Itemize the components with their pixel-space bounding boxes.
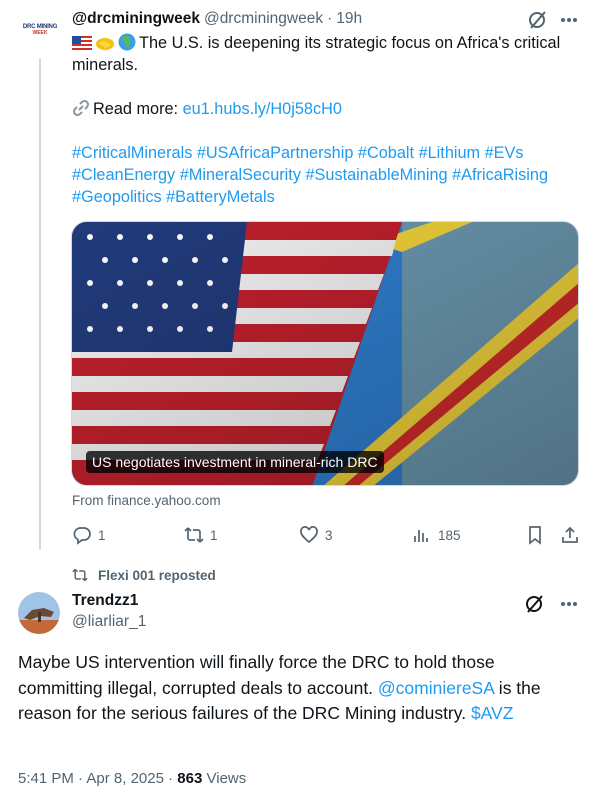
thread-line (39, 58, 41, 550)
tweet-text: Maybe US intervention will finally force… (18, 650, 583, 727)
tweet-header: @drcminingweek @drcminingweek · 19h (72, 8, 362, 30)
views-count: 863 (177, 770, 203, 787)
hashtags[interactable]: #CriticalMinerals #USAfricaPartnership #… (72, 142, 572, 208)
analytics-icon (414, 530, 428, 542)
heart-icon (300, 526, 318, 544)
us-flag-emoji (72, 36, 92, 51)
globe-africa-emoji (118, 33, 136, 51)
tweet-meta: 5:41 PM · Apr 8, 2025 · 863 Views (18, 770, 246, 787)
share-button[interactable] (560, 522, 580, 548)
mention-link[interactable]: @cominiereSA (378, 678, 494, 698)
tweet-time[interactable]: 5:41 PM (18, 770, 74, 787)
tweet-date[interactable]: Apr 8, 2025 (86, 770, 164, 787)
read-more-label: Read more: (93, 100, 179, 118)
views-button[interactable]: 185 (412, 522, 461, 548)
more-options-icon[interactable] (558, 9, 580, 31)
handshake-emoji (96, 38, 114, 50)
more-options-icon[interactable] (558, 593, 580, 615)
grok-icon[interactable] (527, 9, 549, 31)
link-card-image[interactable]: US negotiates investment in mineral-rich… (71, 221, 579, 486)
like-count: 3 (325, 527, 333, 543)
author-display-name[interactable]: @drcminingweek (72, 10, 200, 28)
link-source[interactable]: From finance.yahoo.com (72, 493, 221, 508)
reply-button[interactable]: 1 (72, 522, 106, 548)
tweet-text: The U.S. is deepening its strategic focu… (72, 32, 572, 208)
media-caption: US negotiates investment in mineral-rich… (86, 451, 384, 473)
trendzz1-avatar[interactable] (18, 592, 60, 634)
repost-banner[interactable]: Flexi 001 reposted (72, 565, 216, 585)
bookmark-button[interactable] (525, 522, 545, 548)
author-display-name[interactable]: Trendzz1 (72, 592, 138, 610)
bookmark-icon (529, 526, 541, 545)
cashtag-link[interactable]: $AVZ (471, 703, 513, 723)
separator-dot: · (168, 770, 174, 787)
repost-banner-icon (72, 568, 88, 582)
tweet-time[interactable]: 19h (336, 10, 362, 28)
author-handle[interactable]: @drcminingweek (204, 10, 323, 28)
repost-icon (184, 527, 204, 543)
avatar-image (18, 592, 60, 634)
separator-dot: · (78, 770, 84, 787)
views-label: Views (206, 770, 247, 787)
link-emoji (72, 99, 90, 117)
share-icon (562, 526, 578, 543)
tweet-actions: 1 1 3 185 (72, 522, 580, 548)
read-more-link[interactable]: eu1.hubs.ly/H0j58cH0 (183, 100, 342, 118)
repost-banner-text: Flexi 001 reposted (98, 567, 216, 583)
separator-dot: · (327, 10, 333, 27)
like-button[interactable]: 3 (299, 522, 333, 548)
reply-icon (73, 527, 91, 545)
grok-icon[interactable] (524, 593, 546, 615)
repost-count: 1 (210, 527, 218, 543)
drcminingweek-avatar[interactable]: DRC MINING WEEK (20, 10, 60, 50)
repost-button[interactable]: 1 (184, 522, 218, 548)
us-drc-flags-image (72, 222, 578, 485)
tweet-text-line: The U.S. is deepening its strategic focu… (72, 34, 561, 74)
avatar-logo-subtext: WEEK (32, 30, 48, 36)
views-count: 185 (438, 527, 461, 543)
author-handle[interactable]: @liarliar_1 (72, 613, 146, 631)
reply-count: 1 (98, 527, 106, 543)
